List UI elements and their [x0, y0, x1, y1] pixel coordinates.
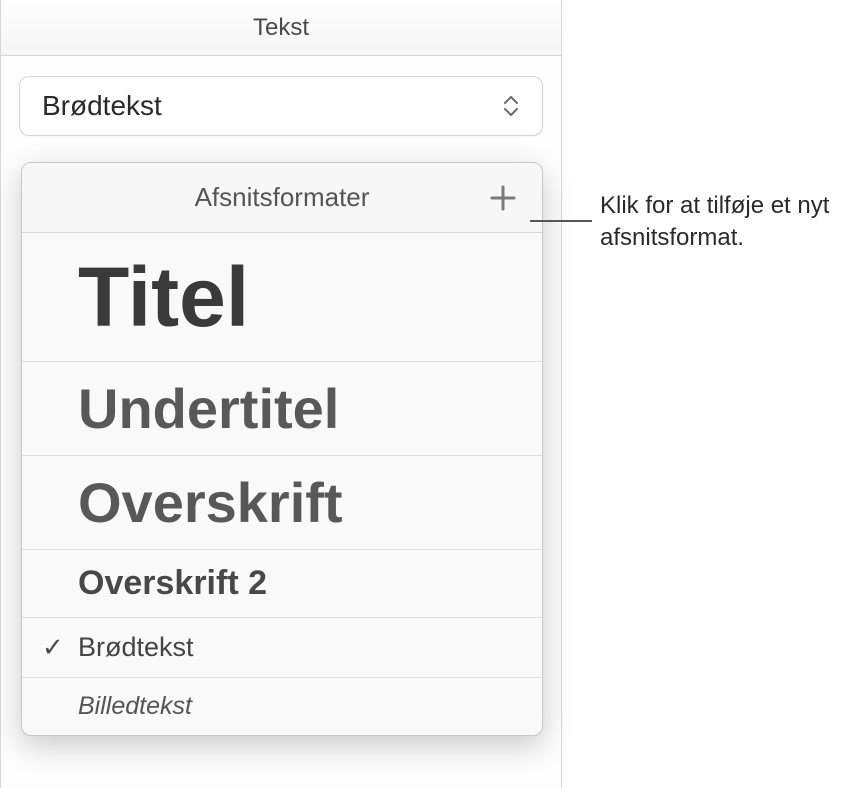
text-panel: Tekst Brødtekst Afsnitsformater Titel Un…	[0, 0, 562, 788]
paragraph-style-dropdown[interactable]: Brødtekst	[19, 76, 543, 136]
chevron-up-down-icon	[502, 93, 520, 119]
style-label: Billedtekst	[78, 692, 192, 721]
style-label: Undertitel	[78, 376, 339, 441]
style-label: Brødtekst	[78, 632, 194, 663]
plus-icon	[489, 184, 517, 212]
dropdown-selected-value: Brødtekst	[42, 90, 162, 122]
style-item-overskrift[interactable]: Overskrift	[22, 456, 542, 550]
style-list: Titel Undertitel Overskrift Overskrift 2…	[22, 233, 542, 735]
popover-header: Afsnitsformater	[22, 163, 542, 233]
paragraph-styles-popover: Afsnitsformater Titel Undertitel Overskr…	[21, 162, 543, 736]
style-label: Overskrift	[78, 470, 343, 535]
checkmark-icon: ✓	[42, 632, 64, 663]
style-label: Overskrift 2	[78, 564, 267, 603]
style-label: Titel	[78, 253, 249, 341]
popover-title: Afsnitsformater	[195, 182, 370, 213]
style-item-brodtekst[interactable]: ✓ Brødtekst	[22, 618, 542, 678]
tab-text[interactable]: Tekst	[253, 14, 309, 42]
style-item-titel[interactable]: Titel	[22, 233, 542, 362]
add-style-button[interactable]	[486, 181, 520, 215]
tab-bar: Tekst	[1, 0, 561, 56]
style-item-undertitel[interactable]: Undertitel	[22, 362, 542, 456]
callout-leader-line	[530, 220, 592, 222]
style-item-overskrift-2[interactable]: Overskrift 2	[22, 550, 542, 618]
callout-text: Klik for at tilføje et nyt afsnitsformat…	[600, 190, 850, 255]
style-item-billedtekst[interactable]: Billedtekst	[22, 678, 542, 735]
